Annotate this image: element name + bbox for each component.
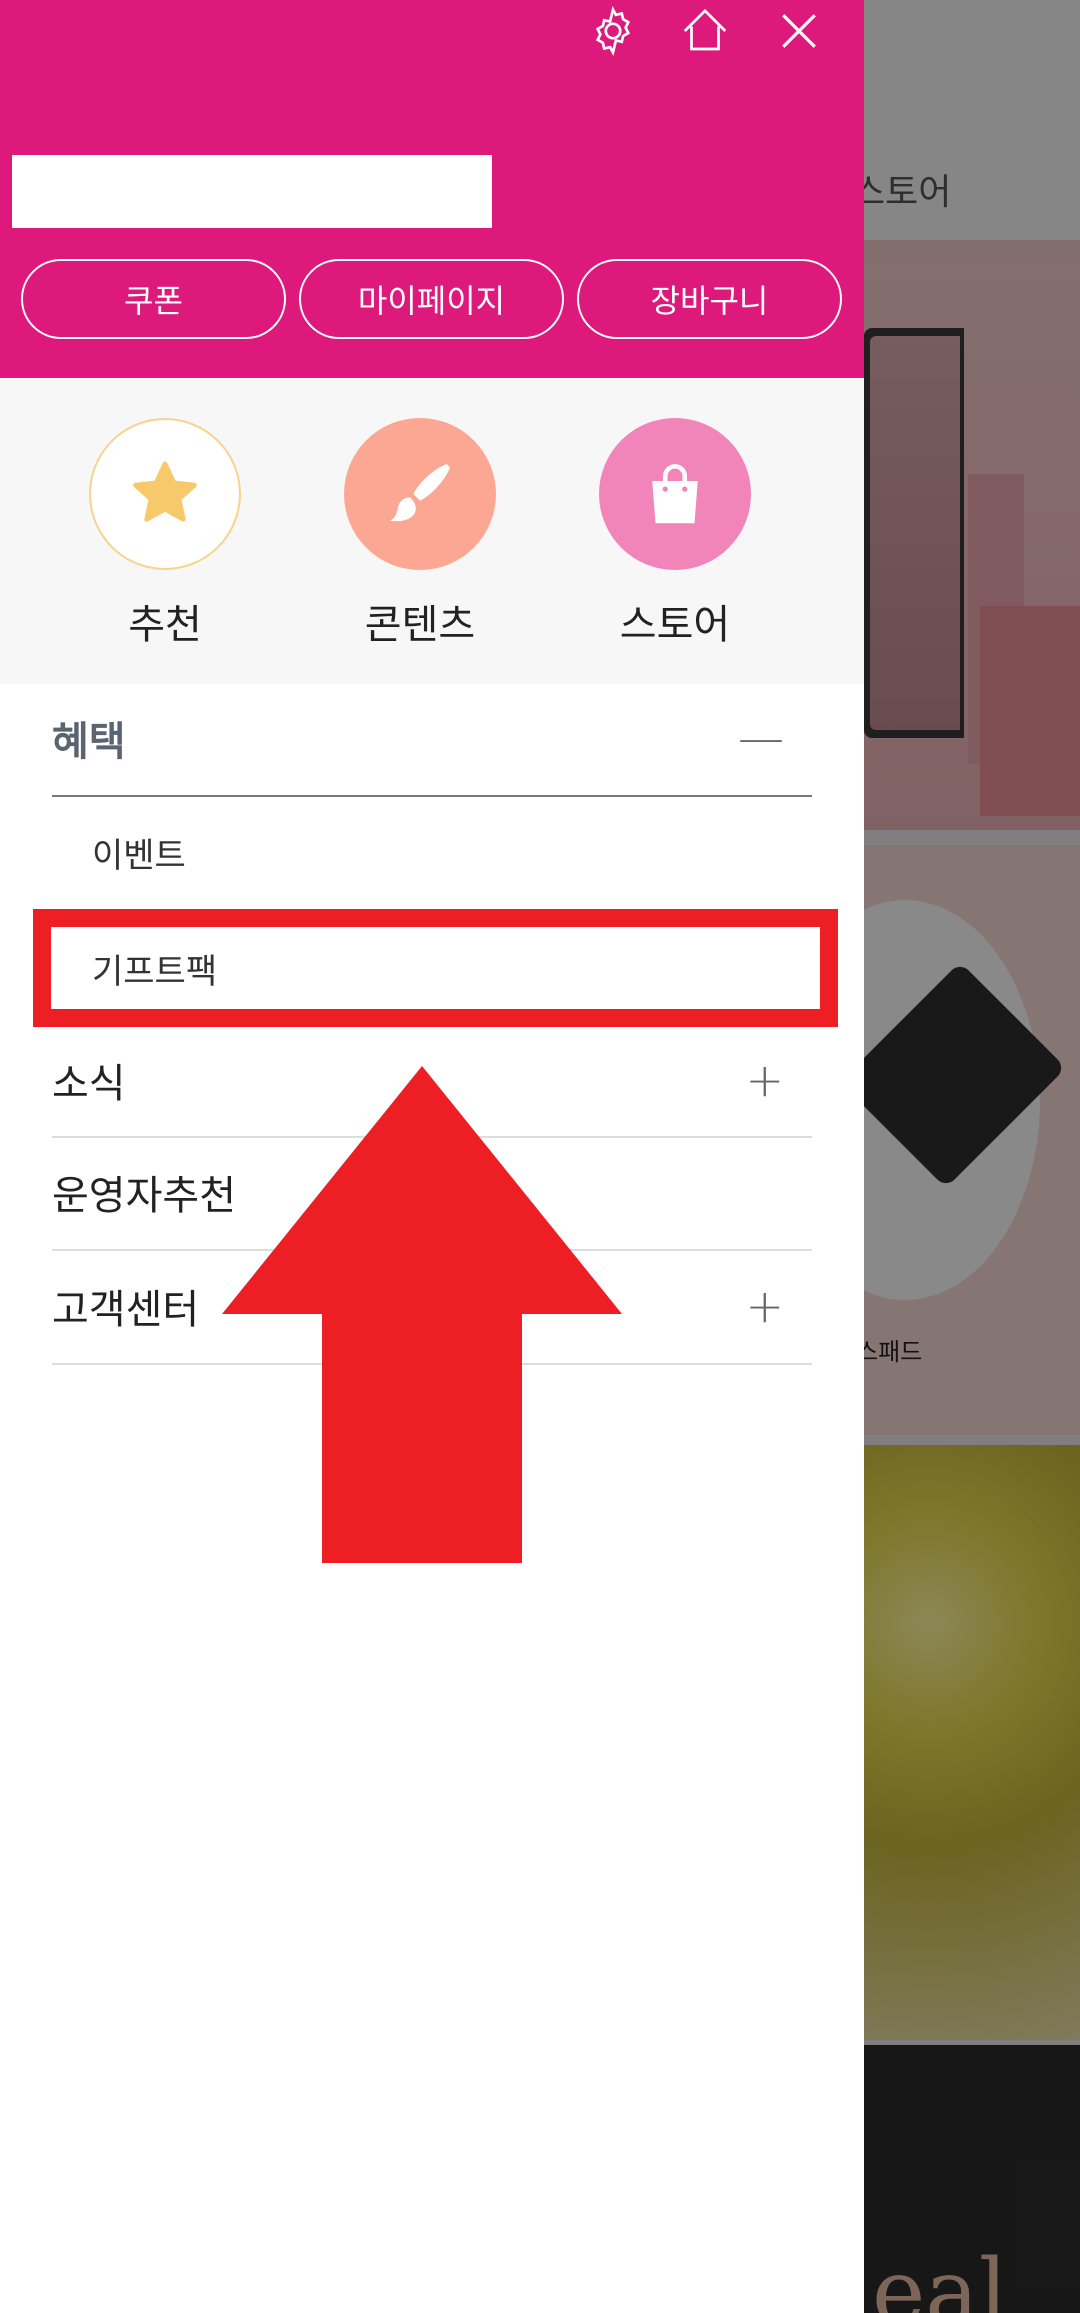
menu-benefits[interactable]: 혜택 —	[52, 703, 812, 773]
minus-icon[interactable]: —	[738, 715, 784, 761]
category-label: 추천	[128, 603, 202, 647]
plus-icon[interactable]: +	[745, 1283, 784, 1329]
cart-button[interactable]: 장바구니	[577, 259, 842, 339]
category-store[interactable]: 스토어	[575, 418, 775, 650]
shopping-bag-icon	[599, 418, 751, 570]
menu-operator-pick-title: 운영자추천	[52, 1174, 236, 1218]
submenu-event[interactable]: 이벤트	[52, 820, 812, 884]
home-icon[interactable]	[670, 0, 740, 62]
category-label: 콘텐츠	[364, 603, 476, 647]
highlight-box	[33, 909, 838, 1027]
submenu-event-label: 이벤트	[92, 836, 186, 875]
close-icon[interactable]	[764, 0, 834, 62]
drawer-header: 쿠폰 마이페이지 장바구니	[0, 0, 864, 378]
category-content[interactable]: 콘텐츠	[320, 418, 520, 650]
category-label: 스토어	[619, 603, 731, 647]
arrow-up-icon	[222, 1066, 622, 1563]
mypage-button[interactable]: 마이페이지	[299, 259, 564, 339]
category-recommend[interactable]: 추천	[65, 418, 265, 650]
menu-customer-center-title: 고객센터	[52, 1288, 200, 1332]
menu-benefits-title: 혜택	[52, 720, 126, 764]
plus-icon[interactable]: +	[745, 1057, 784, 1103]
settings-gear-icon[interactable]	[578, 0, 648, 62]
category-shortcuts: 추천 콘텐츠 스토어	[0, 378, 864, 684]
brush-icon	[344, 418, 496, 570]
divider	[52, 795, 812, 797]
menu-news-title: 소식	[52, 1062, 126, 1106]
star-icon	[89, 418, 241, 570]
user-name-field	[12, 155, 492, 228]
coupon-button[interactable]: 쿠폰	[21, 259, 286, 339]
